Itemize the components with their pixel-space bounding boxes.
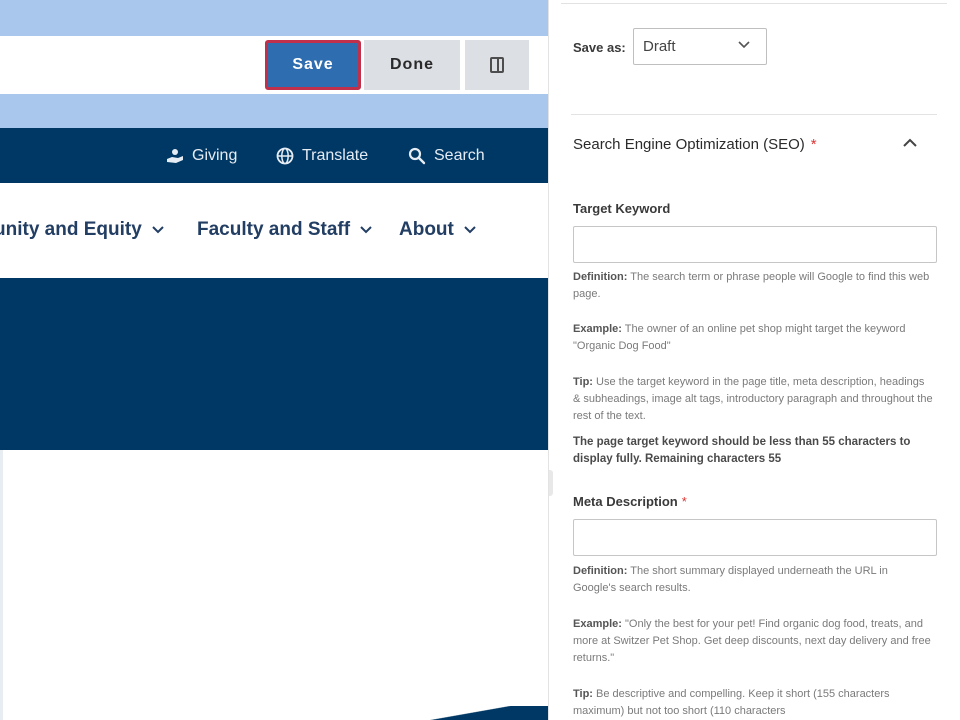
example-label: Example: (573, 323, 622, 335)
chevron-down-icon (738, 41, 750, 49)
hero-banner (0, 278, 548, 450)
done-button[interactable]: Done (364, 40, 460, 90)
translate-link[interactable]: Translate (276, 128, 368, 183)
chevron-up-icon[interactable] (903, 138, 917, 148)
tip-text: Use the target keyword in the page title… (573, 376, 933, 422)
page-preview: Save Done Giving Translate Search unity … (0, 0, 548, 720)
panel-resize-handle[interactable] (549, 470, 553, 496)
settings-panel: Save as: Draft Search Engine Optimizatio… (548, 0, 960, 720)
chevron-down-icon (464, 226, 476, 234)
save-as-label: Save as: (573, 40, 626, 55)
example-text: The owner of an online pet shop might ta… (573, 323, 906, 352)
seo-section-title: Search Engine Optimization (SEO) (573, 136, 805, 153)
nav-item-label: unity and Equity (0, 219, 142, 240)
search-label: Search (434, 146, 485, 164)
save-button[interactable]: Save (265, 40, 361, 90)
example-label: Example: (573, 618, 622, 630)
meta-description-input[interactable] (573, 519, 937, 556)
target-keyword-char-limit: The page target keyword should be less t… (573, 436, 911, 465)
section-divider (571, 114, 937, 115)
translate-label: Translate (302, 146, 369, 164)
target-keyword-input[interactable] (573, 226, 937, 263)
meta-description-tip: Tip: Be descriptive and compelling. Keep… (573, 686, 933, 720)
preview-top-band (0, 0, 548, 36)
nav-item-faculty-staff[interactable]: Faculty and Staff (197, 219, 372, 241)
meta-description-label: Meta Description * (573, 494, 687, 509)
nav-item-label: Faculty and Staff (197, 219, 351, 240)
tip-label: Tip: (573, 376, 593, 388)
search-link[interactable]: Search (408, 128, 485, 183)
decorative-stripe (420, 706, 548, 720)
example-text: "Only the best for your pet! Find organi… (573, 618, 931, 664)
editor-toolbar: Save Done (0, 36, 548, 94)
giving-label: Giving (192, 146, 238, 164)
giving-link[interactable]: Giving (166, 128, 237, 183)
preview-mid-band (0, 94, 548, 128)
target-keyword-label-text: Target Keyword (573, 201, 671, 216)
target-keyword-definition: Definition: The search term or phrase pe… (573, 269, 933, 303)
giving-hand-icon (167, 148, 183, 163)
meta-description-label-text: Meta Description (573, 494, 678, 509)
target-keyword-tip: Tip: Use the target keyword in the page … (573, 374, 933, 425)
definition-label: Definition: (573, 271, 628, 283)
save-status-value: Draft (643, 38, 676, 55)
utility-nav-bar: Giving Translate Search (0, 128, 548, 183)
chevron-down-icon (152, 226, 164, 234)
nav-item-about[interactable]: About (399, 219, 476, 241)
panel-top-divider (561, 0, 947, 4)
main-nav: unity and Equity Faculty and Staff About (0, 183, 548, 278)
definition-text: The search term or phrase people will Go… (573, 271, 930, 300)
meta-description-example: Example: "Only the best for your pet! Fi… (573, 616, 933, 667)
tip-text: Be descriptive and compelling. Keep it s… (573, 688, 890, 717)
save-status-select[interactable]: Draft (633, 28, 767, 65)
tip-label: Tip: (573, 688, 593, 700)
search-icon (408, 147, 426, 164)
nav-item-community-equity[interactable]: unity and Equity (0, 219, 164, 241)
sidebar-toggle-icon (490, 57, 504, 73)
meta-description-definition: Definition: The short summary displayed … (573, 563, 933, 597)
required-marker: * (681, 494, 687, 509)
toggle-panel-button[interactable] (465, 40, 529, 90)
target-keyword-label: Target Keyword (573, 201, 670, 216)
globe-icon (276, 147, 294, 164)
chevron-down-icon (360, 226, 372, 234)
target-keyword-example: Example: The owner of an online pet shop… (573, 321, 933, 355)
seo-section-header[interactable]: Search Engine Optimization (SEO) * (573, 136, 817, 153)
content-edge (0, 450, 3, 720)
nav-item-label: About (399, 219, 454, 240)
required-marker: * (810, 136, 817, 153)
definition-label: Definition: (573, 565, 628, 577)
